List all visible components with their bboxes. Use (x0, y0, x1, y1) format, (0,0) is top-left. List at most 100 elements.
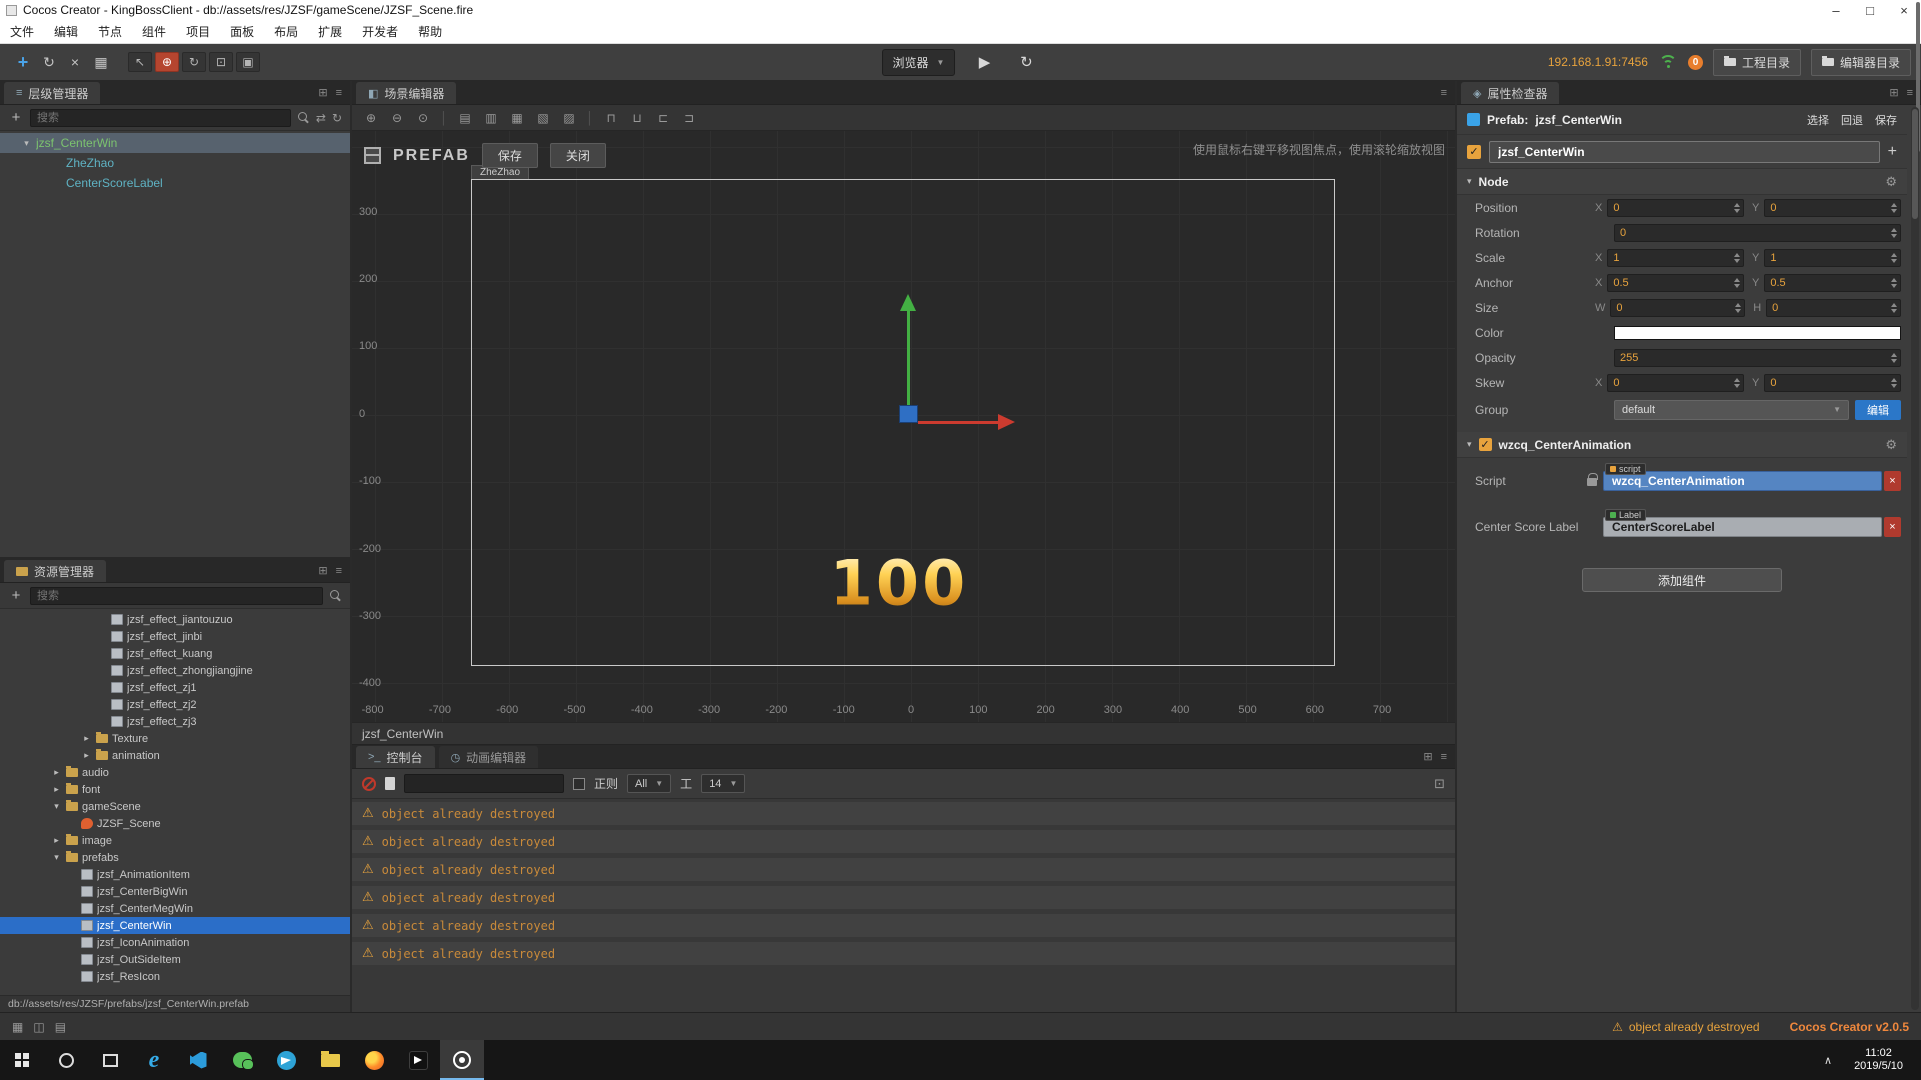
add-icon[interactable]: + (1888, 143, 1897, 161)
position-y-stepper[interactable] (1764, 199, 1901, 217)
asset-tree-item[interactable]: jzsf_effect_zj2 (0, 696, 350, 713)
asset-tree-item[interactable]: jzsf_effect_zhongjiangjine (0, 662, 350, 679)
taskbar-clock[interactable]: 11:02 2019/5/10 (1842, 1047, 1915, 1073)
console-warning-row[interactable]: ⚠ object already destroyed (352, 802, 1455, 825)
skew-x-stepper[interactable] (1607, 374, 1744, 392)
tree-arrow-icon[interactable]: ▸ (51, 835, 62, 846)
distribute-top-icon[interactable]: ⊓ (602, 111, 620, 125)
asset-tree-item[interactable]: jzsf_effect_jiantouzuo (0, 611, 350, 628)
size-w-input[interactable] (1610, 299, 1745, 317)
regex-checkbox[interactable] (573, 778, 585, 790)
notification-badge[interactable]: 0 (1688, 55, 1703, 70)
play-button[interactable]: ▶ (971, 53, 997, 71)
editor-dir-button[interactable]: 编辑器目录 (1811, 49, 1911, 76)
align-left-icon[interactable]: ▧ (534, 111, 552, 125)
asset-tree-item[interactable]: jzsf_IconAnimation (0, 934, 350, 951)
search-icon[interactable] (297, 111, 310, 124)
prefab-revert-button[interactable]: 回退 (1841, 112, 1863, 128)
refresh-icon[interactable]: ↻ (36, 50, 62, 74)
anchor-y-stepper[interactable] (1764, 274, 1901, 292)
distribute-bottom-icon[interactable]: ⊔ (628, 111, 646, 125)
asset-tree-item[interactable]: jzsf_OutSideItem (0, 951, 350, 968)
expand-console-icon[interactable]: ⊡ (1434, 776, 1445, 792)
panel-layout-icon[interactable]: ⊞ (318, 86, 327, 99)
asset-tree-item[interactable]: ▸ image (0, 832, 350, 849)
asset-tree-item[interactable]: JZSF_Scene (0, 815, 350, 832)
menu-item[interactable]: 组件 (132, 20, 176, 43)
zoom-reset-icon[interactable]: ⊙ (414, 111, 432, 125)
task-view-button[interactable] (88, 1040, 132, 1080)
console-warning-row[interactable]: ⚠ object already destroyed (352, 858, 1455, 881)
panel-layout-icon[interactable]: ⊞ (1889, 86, 1898, 99)
prefab-select-button[interactable]: 选择 (1807, 112, 1829, 128)
layout-rows-icon[interactable]: ▤ (55, 1020, 66, 1034)
menu-item[interactable]: 扩展 (308, 20, 352, 43)
anchor-x-stepper[interactable] (1607, 274, 1744, 292)
asset-tree-item[interactable]: ▸ Texture (0, 730, 350, 747)
scale-x-input[interactable] (1607, 249, 1744, 267)
asset-tree-item[interactable]: ▸ audio (0, 764, 350, 781)
asset-tree-item[interactable]: ▸ font (0, 781, 350, 798)
tree-arrow-icon[interactable]: ▸ (51, 784, 62, 795)
firefox-taskbar-button[interactable] (352, 1040, 396, 1080)
panel-layout-icon[interactable]: ⊞ (318, 564, 327, 577)
open-log-file-icon[interactable] (385, 777, 395, 790)
wechat-taskbar-button[interactable] (220, 1040, 264, 1080)
menu-item[interactable]: 文件 (0, 20, 44, 43)
skew-y-stepper[interactable] (1764, 374, 1901, 392)
edit-group-button[interactable]: 编辑 (1855, 400, 1901, 420)
tab-console[interactable]: >_ 控制台 (356, 746, 435, 768)
node-name-input[interactable] (1489, 141, 1880, 163)
score-label-node[interactable]: 100 (830, 547, 968, 620)
asset-tree-item[interactable]: ▾ gameScene (0, 798, 350, 815)
separator[interactable]: │ (440, 111, 448, 125)
rotate-tool-button[interactable]: ↻ (182, 52, 206, 72)
console-filter-input[interactable] (404, 774, 564, 793)
rotation-stepper[interactable] (1614, 224, 1901, 242)
menu-item[interactable]: 节点 (88, 20, 132, 43)
anchor-y-input[interactable] (1764, 274, 1901, 292)
opacity-stepper[interactable] (1614, 349, 1901, 367)
component-section-header[interactable]: ▾ ✓ wzcq_CenterAnimation ⚙ (1457, 432, 1907, 458)
hierarchy-node-centerscorelabel[interactable]: CenterScoreLabel (0, 173, 350, 193)
separator[interactable]: │ (586, 111, 594, 125)
asset-tree-item[interactable]: jzsf_CenterMegWin (0, 900, 350, 917)
align-hcenter-icon[interactable]: ▨ (560, 111, 578, 125)
zoom-out-icon[interactable]: ⊖ (388, 111, 406, 125)
asset-tree-item[interactable]: ▸ animation (0, 747, 350, 764)
menu-item[interactable]: 开发者 (352, 20, 408, 43)
console-warning-row[interactable]: ⚠ object already destroyed (352, 914, 1455, 937)
menu-item[interactable]: 面板 (220, 20, 264, 43)
close-icon[interactable]: × (62, 50, 88, 74)
menu-item[interactable]: 布局 (264, 20, 308, 43)
asset-tree-item[interactable]: jzsf_effect_zj1 (0, 679, 350, 696)
cortana-search-button[interactable] (44, 1040, 88, 1080)
prefab-save-button[interactable]: 保存 (1875, 112, 1897, 128)
asset-tree-item[interactable]: jzsf_ResIcon (0, 968, 350, 985)
layout-grid-icon[interactable]: ▦ (12, 1020, 23, 1034)
tab-scene-editor[interactable]: ◧ 场景编辑器 (356, 82, 456, 104)
menu-item[interactable]: 编辑 (44, 20, 88, 43)
minimize-button[interactable]: – (1819, 3, 1853, 18)
tree-arrow-icon[interactable]: ▾ (51, 852, 62, 863)
remove-reference-button[interactable]: × (1884, 471, 1901, 491)
add-component-button[interactable]: 添加组件 (1582, 568, 1782, 592)
console-warning-row[interactable]: ⚠ object already destroyed (352, 942, 1455, 965)
status-warning[interactable]: ⚠ object already destroyed (1612, 1020, 1760, 1034)
close-prefab-button[interactable]: 关闭 (550, 143, 606, 168)
position-y-input[interactable] (1764, 199, 1901, 217)
save-prefab-button[interactable]: 保存 (482, 143, 538, 168)
gizmo-y-axis-line[interactable] (907, 311, 910, 405)
log-level-dropdown[interactable]: All ▼ (627, 774, 671, 793)
asset-tree-item[interactable]: jzsf_CenterBigWin (0, 883, 350, 900)
panel-menu-icon[interactable]: ≡ (336, 565, 342, 577)
tab-assets[interactable]: 资源管理器 (4, 560, 106, 582)
menu-item[interactable]: 项目 (176, 20, 220, 43)
zoom-in-icon[interactable]: ⊕ (362, 111, 380, 125)
tree-arrow-icon[interactable]: ▾ (51, 801, 62, 812)
menu-item[interactable]: 帮助 (408, 20, 452, 43)
font-size-dropdown[interactable]: 14 ▼ (701, 774, 745, 793)
move-tool-button[interactable]: ⊕ (155, 52, 179, 72)
vscode-taskbar-button[interactable] (176, 1040, 220, 1080)
tab-inspector[interactable]: ◈ 属性检查器 (1461, 82, 1559, 104)
